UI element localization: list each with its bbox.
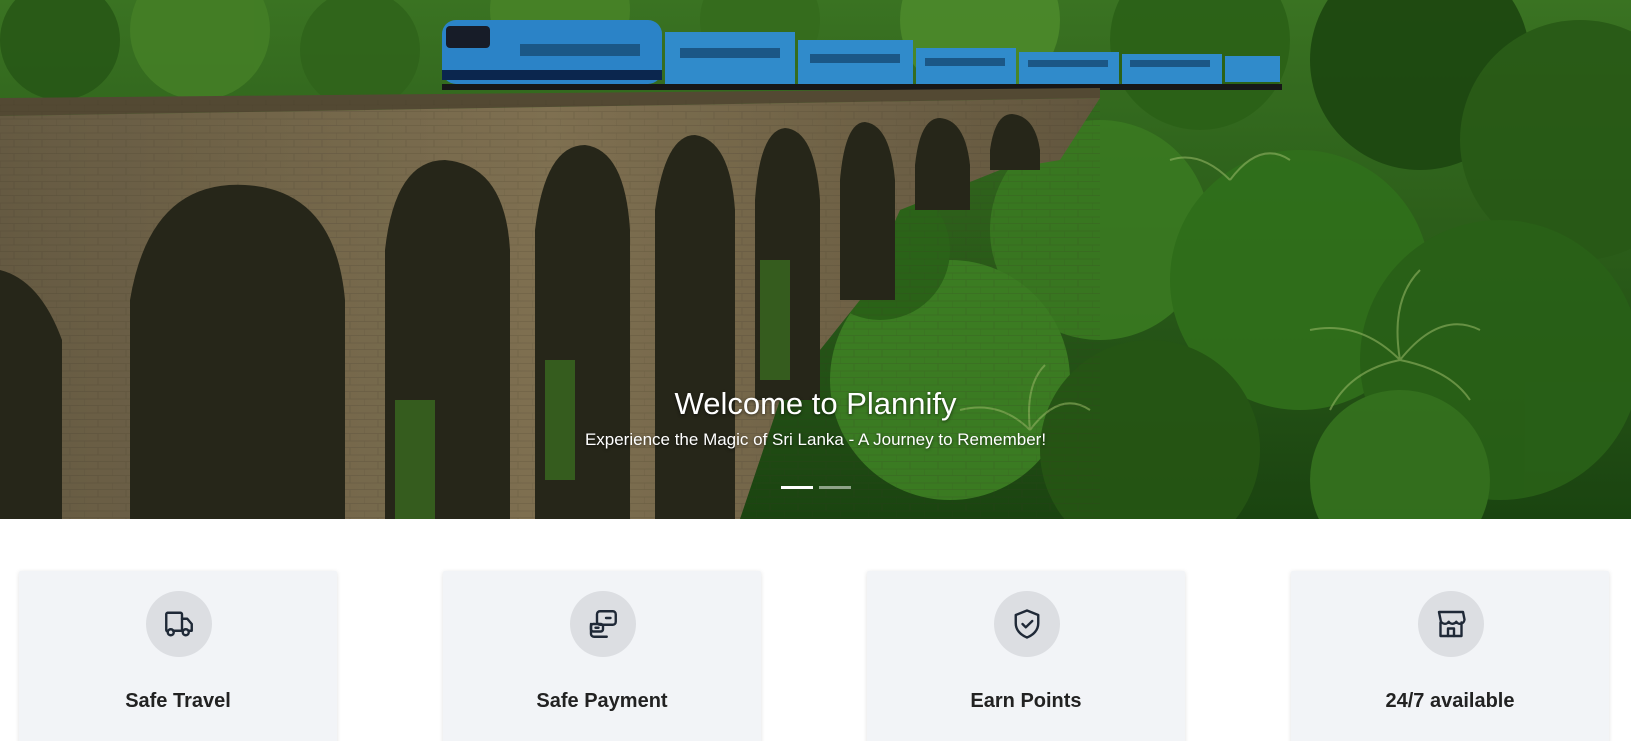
payment-icon xyxy=(570,591,636,657)
feature-label: Safe Travel xyxy=(125,690,231,712)
shield-check-icon xyxy=(994,591,1060,657)
hero-subtitle: Experience the Magic of Sri Lanka - A Jo… xyxy=(584,430,1047,449)
truck-icon xyxy=(146,591,212,657)
feature-card-safe-payment: Safe Payment xyxy=(443,571,761,741)
feature-label: Safe Payment xyxy=(536,690,668,712)
hero-title: Welcome to Plannify xyxy=(674,386,957,421)
feature-card-24-7: 24/7 available xyxy=(1291,571,1609,741)
feature-label: 24/7 available xyxy=(1385,690,1515,712)
hero-carousel: Welcome to Plannify Experience the Magic… xyxy=(0,0,1631,519)
features-section: Safe Travel Safe Payment Earn Points 24/… xyxy=(0,519,1631,741)
store-icon xyxy=(1418,591,1484,657)
feature-card-earn-points: Earn Points xyxy=(867,571,1185,741)
carousel-indicator-1[interactable] xyxy=(780,486,813,489)
carousel-indicator-2[interactable] xyxy=(818,486,851,489)
feature-card-safe-travel: Safe Travel xyxy=(19,571,337,741)
carousel-indicators xyxy=(0,486,1631,489)
feature-label: Earn Points xyxy=(970,690,1082,712)
hero-caption: Welcome to Plannify Experience the Magic… xyxy=(0,384,1631,451)
